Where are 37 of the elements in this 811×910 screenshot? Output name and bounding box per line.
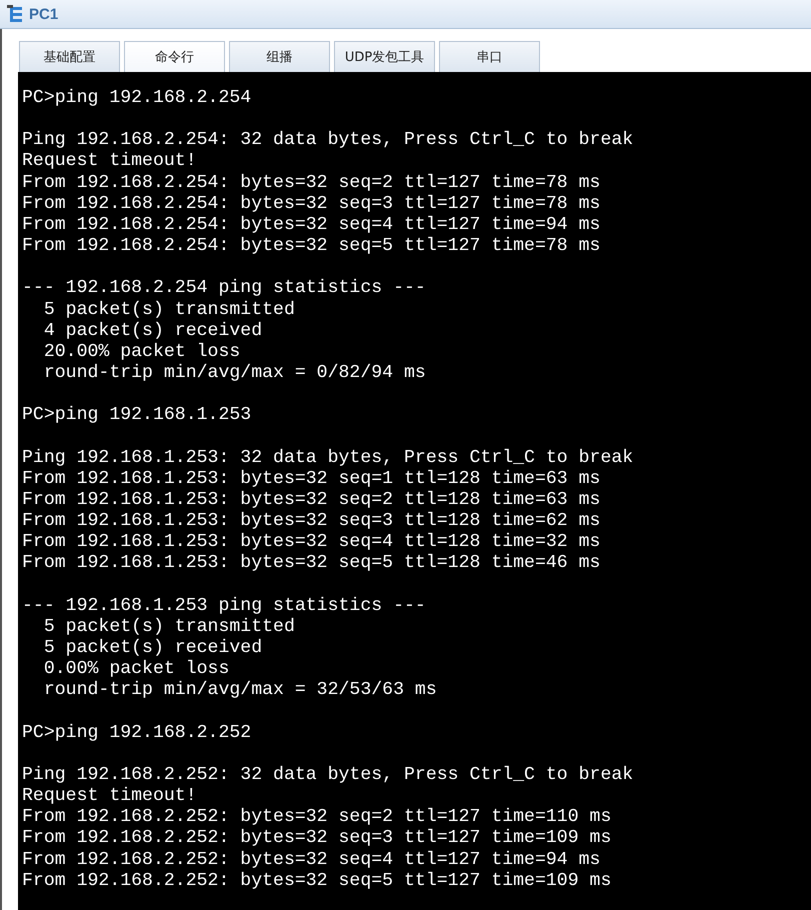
terminal-line: From 192.168.1.253: bytes=32 seq=3 ttl=128 time=62 ms	[22, 511, 600, 532]
window-title: PC1	[29, 6, 58, 22]
terminal-line: PC>ping 192.168.2.252	[22, 722, 252, 744]
terminal-line: 4 packet(s) received	[42, 320, 262, 342]
terminal-line: 5 packet(s) received	[42, 638, 262, 660]
terminal-line: From 192.168.1.253: bytes=32 seq=5 ttl=128 time=46 ms	[22, 553, 600, 575]
terminal-line: From 192.168.2.254: bytes=32 seq=4 ttl=127 time=94 ms	[22, 214, 600, 236]
tab[interactable]: UDP发包工具	[334, 41, 435, 72]
terminal-line: From 192.168.2.254: bytes=32 seq=3 ttl=127 time=78 ms	[22, 194, 600, 215]
terminal-line: 0.00% packet loss	[42, 659, 230, 680]
terminal-line: 5 packet(s) transmitted	[42, 300, 295, 321]
terminal-line: Request timeout!	[22, 786, 197, 808]
terminal-line: 5 packet(s) transmitted	[42, 616, 295, 638]
terminal-line: Request timeout!	[22, 151, 197, 173]
terminal-line: From 192.168.2.254: bytes=32 seq=5 ttl=127 time=78 ms	[22, 236, 600, 258]
tab[interactable]: 串口	[439, 41, 540, 72]
terminal-line: round-trip min/avg/max = 32/53/63 ms	[42, 680, 437, 702]
terminal-line: Ping 192.168.2.252: 32 data bytes, Press Ctrl_C to break	[22, 764, 634, 786]
terminal-line: Ping 192.168.1.253: 32 data bytes, Press Ctrl_C to break	[22, 448, 634, 469]
terminal-line: From 192.168.2.252: bytes=32 seq=2 ttl=127 time=110 ms	[22, 807, 612, 828]
terminal-line: From 192.168.1.253: bytes=32 seq=4 ttl=128 time=32 ms	[22, 532, 600, 554]
terminal-line: PC>ping 192.168.2.254	[22, 88, 252, 110]
terminal-line: From 192.168.2.252: bytes=32 seq=5 ttl=127 time=109 ms	[22, 870, 612, 892]
terminal-line: 20.00% packet loss	[42, 342, 240, 363]
terminal-line: round-trip min/avg/max = 0/82/94 ms	[42, 363, 426, 384]
terminal-line: PC>ping 192.168.1.253	[22, 405, 252, 426]
terminal-line: From 192.168.1.253: bytes=32 seq=2 ttl=128 time=63 ms	[22, 490, 600, 512]
terminal-line: From 192.168.2.252: bytes=32 seq=4 ttl=127 time=94 ms	[22, 850, 600, 871]
terminal-line: --- 192.168.1.253 ping statistics ---	[22, 596, 426, 617]
tab[interactable]: 组播	[229, 41, 330, 72]
terminal-line: From 192.168.2.252: bytes=32 seq=3 ttl=127 time=109 ms	[22, 828, 612, 850]
terminal-line: Ping 192.168.2.254: 32 data bytes, Press Ctrl_C to break	[22, 130, 634, 152]
terminal-line: From 192.168.2.254: bytes=32 seq=2 ttl=127 time=78 ms	[22, 172, 600, 194]
terminal-line: --- 192.168.2.254 ping statistics ---	[22, 278, 426, 300]
tab[interactable]: 命令行	[124, 41, 225, 72]
tab[interactable]: 基础配置	[19, 41, 120, 72]
terminal-line: From 192.168.1.253: bytes=32 seq=1 ttl=128 time=63 ms	[22, 468, 600, 490]
